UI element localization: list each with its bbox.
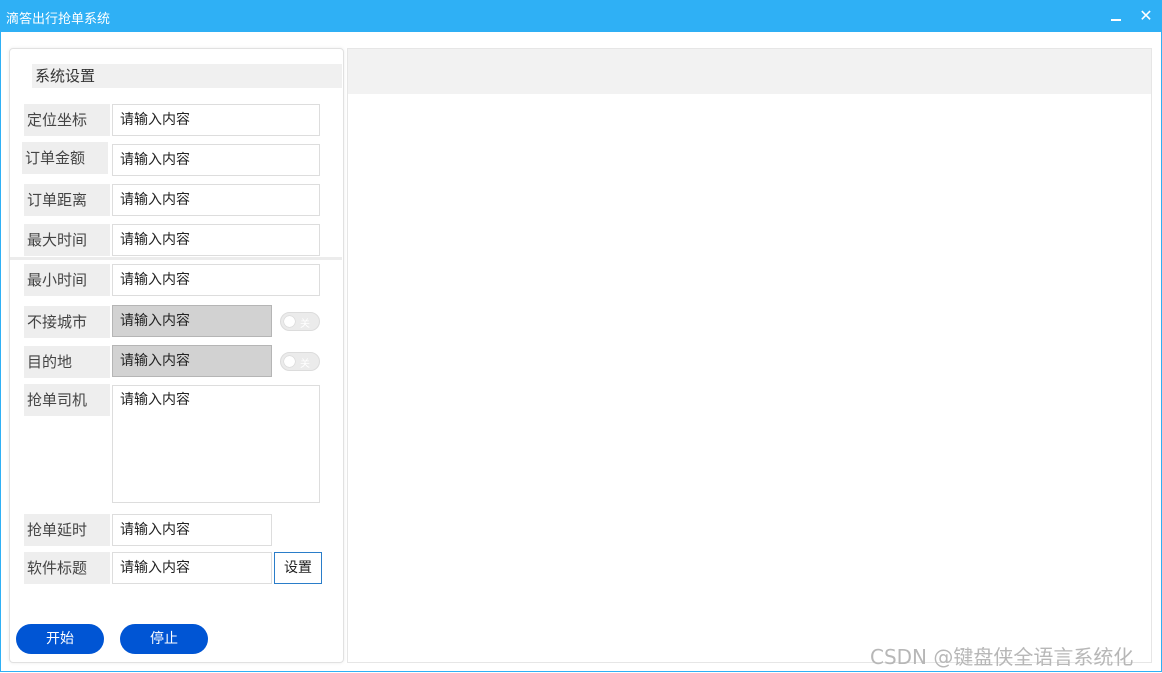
excluded-city-input[interactable] <box>112 305 272 337</box>
toggle-knob <box>284 316 295 327</box>
window-title: 滴答出行抢单系统 <box>6 12 111 27</box>
minimize-icon[interactable] <box>1106 6 1126 26</box>
start-button[interactable]: 开始 <box>16 624 104 654</box>
close-icon[interactable]: ✕ <box>1136 6 1156 26</box>
excluded-city-toggle[interactable]: 关 <box>280 312 320 331</box>
set-button[interactable]: 设置 <box>274 552 322 584</box>
order-amount-input[interactable] <box>112 144 320 176</box>
divider <box>10 257 342 260</box>
destination-toggle[interactable]: 关 <box>280 352 320 371</box>
location-input[interactable] <box>112 104 320 136</box>
location-label: 定位坐标 <box>24 104 110 136</box>
order-distance-input[interactable] <box>112 184 320 216</box>
min-time-input[interactable] <box>112 264 320 296</box>
software-title-input[interactable] <box>112 552 272 584</box>
watermark: CSDN @键盘侠全语言系统化 <box>870 645 1134 669</box>
excluded-city-label: 不接城市 <box>24 306 110 338</box>
grab-delay-label: 抢单延时 <box>24 514 110 546</box>
max-time-input[interactable] <box>112 224 320 256</box>
software-title-label: 软件标题 <box>24 552 110 584</box>
output-panel <box>347 48 1152 663</box>
settings-header: 系统设置 <box>32 64 342 88</box>
order-distance-label: 订单距离 <box>24 184 110 216</box>
title-bar: 滴答出行抢单系统 ✕ <box>0 0 1162 32</box>
destination-input[interactable] <box>112 345 272 377</box>
output-header <box>348 49 1151 94</box>
grab-driver-textarea[interactable] <box>112 385 320 503</box>
max-time-label: 最大时间 <box>24 224 110 256</box>
stop-button[interactable]: 停止 <box>120 624 208 654</box>
grab-delay-input[interactable] <box>112 514 272 546</box>
toggle-knob <box>284 356 295 367</box>
grab-driver-label: 抢单司机 <box>24 384 110 416</box>
min-time-label: 最小时间 <box>24 264 110 296</box>
destination-label: 目的地 <box>24 346 110 378</box>
order-amount-label: 订单金额 <box>22 142 108 174</box>
